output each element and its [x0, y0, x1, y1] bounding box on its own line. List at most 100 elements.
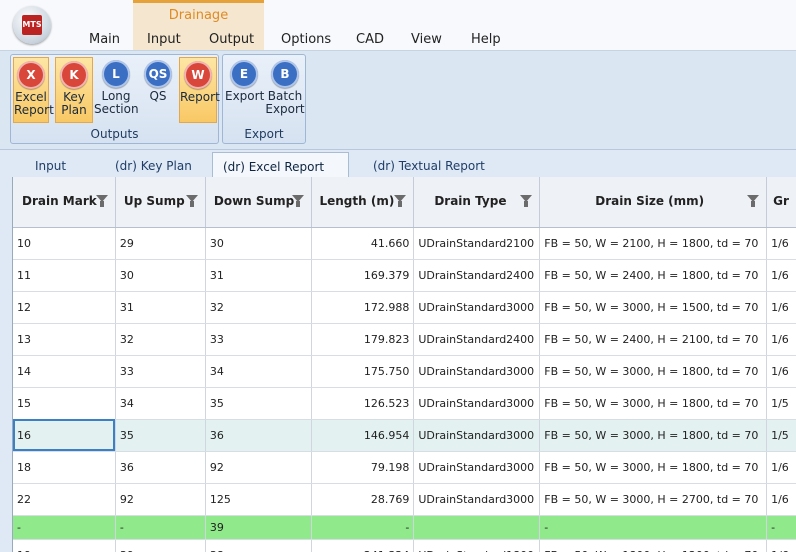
table-cell[interactable]: FB = 50, W = 2400, H = 1800, td = 70	[539, 259, 768, 292]
table-cell[interactable]: UDrainStandard3000	[413, 387, 541, 420]
table-cell[interactable]: -	[115, 515, 206, 540]
table-cell[interactable]: 34	[205, 355, 313, 388]
table-cell[interactable]: 1/5	[766, 419, 796, 452]
filter-icon[interactable]	[95, 195, 108, 207]
table-cell[interactable]: 29	[115, 227, 206, 260]
table-cell[interactable]: FB = 50, W = 3000, H = 1800, td = 70	[539, 419, 768, 452]
table-cell[interactable]: 35	[115, 419, 206, 452]
qs-button[interactable]: QS QS	[139, 57, 177, 123]
table-cell[interactable]: 146.954	[311, 419, 415, 452]
table-cell[interactable]: UDrainStandard3000	[413, 451, 541, 484]
table-cell[interactable]: UDrainStandard2400	[413, 259, 541, 292]
table-cell[interactable]: 13	[13, 323, 116, 356]
tab-input[interactable]: Input	[147, 32, 181, 47]
table-cell[interactable]: 1/6	[766, 259, 796, 292]
table-cell[interactable]: 39	[115, 539, 206, 552]
table-cell[interactable]: 10	[13, 227, 116, 260]
table-cell[interactable]: -	[311, 515, 415, 540]
table-cell[interactable]: 36	[205, 419, 313, 452]
table-cell[interactable]: 14	[13, 355, 116, 388]
table-row[interactable]: 22 92 125 28.769 UDrainStandard3000 FB = 50, …	[13, 483, 796, 516]
table-cell[interactable]: 125	[205, 483, 313, 516]
table-cell[interactable]: 33	[115, 355, 206, 388]
table-cell[interactable]: FB = 50, W = 3000, H = 1800, td = 70	[539, 451, 768, 484]
table-cell[interactable]: 30	[205, 227, 313, 260]
table-cell[interactable]: 126.523	[311, 387, 415, 420]
table-cell[interactable]: 169.379	[311, 259, 415, 292]
table-cell[interactable]: 12	[13, 291, 116, 324]
table-cell[interactable]: 1/5	[766, 387, 796, 420]
table-cell[interactable]: FB = 50, W = 3000, H = 2700, td = 70	[539, 483, 768, 516]
table-row[interactable]: 12 31 32 172.988 UDrainStandard3000 FB = 50, …	[13, 291, 796, 324]
tab-output[interactable]: Output	[209, 32, 254, 47]
batch-export-button[interactable]: B Batch Export	[265, 57, 305, 123]
col-drain-mark[interactable]: Drain Mark	[13, 177, 116, 228]
table-row[interactable]: 14 33 34 175.750 UDrainStandard3000 FB = 50, …	[13, 355, 796, 388]
table-cell[interactable]: 175.750	[311, 355, 415, 388]
table-row[interactable]: - -39- - -	[13, 515, 796, 540]
table-cell[interactable]: UDrainStandard3000	[413, 419, 541, 452]
table-cell[interactable]: 1/6	[766, 355, 796, 388]
col-drain-type[interactable]: Drain Type	[413, 177, 541, 228]
table-cell[interactable]: 241.324	[311, 539, 415, 552]
table-cell[interactable]: 31	[205, 259, 313, 292]
table-row[interactable]: 16 35 36 146.954 UDrainStandard3000 FB = 50, …	[13, 419, 796, 452]
table-cell[interactable]: 32	[115, 323, 206, 356]
table-cell[interactable]: 15	[13, 387, 116, 420]
table-cell[interactable]: UDrainStandard1800	[413, 539, 541, 552]
table-cell[interactable]: 1/6	[766, 451, 796, 484]
filter-icon[interactable]	[520, 195, 533, 207]
col-drain-size[interactable]: Drain Size (mm)	[539, 177, 768, 228]
tab-main[interactable]: Main	[89, 32, 120, 47]
table-cell[interactable]: UDrainStandard3000	[413, 291, 541, 324]
table-row[interactable]: 15 34 35 126.523 UDrainStandard3000 FB = 50, …	[13, 387, 796, 420]
table-cell[interactable]: FB = 50, W = 3000, H = 1800, td = 70	[539, 355, 768, 388]
table-cell[interactable]: -	[766, 515, 796, 540]
table-cell[interactable]: 1/6	[766, 227, 796, 260]
tab-excel-report[interactable]: (dr) Excel Report	[212, 152, 349, 177]
table-cell[interactable]: 19	[13, 539, 116, 552]
table-cell[interactable]: FB = 50, W = 3000, H = 1800, td = 70	[539, 387, 768, 420]
table-cell[interactable]: 35	[205, 387, 313, 420]
table-cell[interactable]: 1/6	[766, 483, 796, 516]
filter-icon[interactable]	[292, 195, 305, 207]
table-cell[interactable]: 41.660	[311, 227, 415, 260]
tab-options[interactable]: Options	[281, 32, 331, 47]
filter-icon[interactable]	[747, 195, 760, 207]
application-menu-button[interactable]: MTS	[13, 6, 51, 44]
table-cell[interactable]: UDrainStandard3000	[413, 483, 541, 516]
table-cell[interactable]	[413, 515, 541, 540]
table-cell[interactable]: 36	[115, 451, 206, 484]
table-cell[interactable]: 28.769	[311, 483, 415, 516]
table-cell[interactable]: 32	[205, 291, 313, 324]
table-cell[interactable]: -	[13, 515, 116, 540]
table-cell[interactable]: 1/6	[766, 323, 796, 356]
table-cell[interactable]: 172.988	[311, 291, 415, 324]
table-cell[interactable]: 33	[205, 323, 313, 356]
report-button[interactable]: W Report	[179, 57, 220, 123]
tab-key-plan[interactable]: (dr) Key Plan	[115, 159, 192, 173]
filter-icon[interactable]	[394, 195, 407, 207]
col-up-sump[interactable]: Up Sump	[115, 177, 206, 228]
table-cell[interactable]: FB = 50, W = 1800, H = 1200, td = 70	[539, 539, 768, 552]
table-cell[interactable]: 1/6	[766, 539, 796, 552]
table-cell[interactable]: FB = 50, W = 2400, H = 2100, td = 70	[539, 323, 768, 356]
table-cell[interactable]: 30	[115, 259, 206, 292]
table-cell[interactable]: 38	[205, 539, 313, 552]
table-cell[interactable]: 179.823	[311, 323, 415, 356]
table-cell[interactable]: 34	[115, 387, 206, 420]
table-cell[interactable]: 39	[205, 515, 313, 540]
table-cell[interactable]: 31	[115, 291, 206, 324]
table-cell[interactable]: 11	[13, 259, 116, 292]
table-cell[interactable]: FB = 50, W = 2100, H = 1800, td = 70	[539, 227, 768, 260]
tab-cad[interactable]: CAD	[356, 32, 384, 47]
table-cell[interactable]: 1/6	[766, 291, 796, 324]
filter-icon[interactable]	[185, 195, 198, 207]
table-cell[interactable]: FB = 50, W = 3000, H = 1500, td = 70	[539, 291, 768, 324]
table-cell[interactable]: 16	[13, 419, 116, 452]
key-plan-button[interactable]: K Key Plan	[55, 57, 93, 123]
excel-report-button[interactable]: X Excel Report	[13, 57, 54, 123]
table-row[interactable]: 18 36 92 79.198 UDrainStandard3000 FB = 50, W…	[13, 451, 796, 484]
table-cell[interactable]: UDrainStandard3000	[413, 355, 541, 388]
table-row[interactable]: 13 32 33 179.823 UDrainStandard2400 FB = 50, …	[13, 323, 796, 356]
